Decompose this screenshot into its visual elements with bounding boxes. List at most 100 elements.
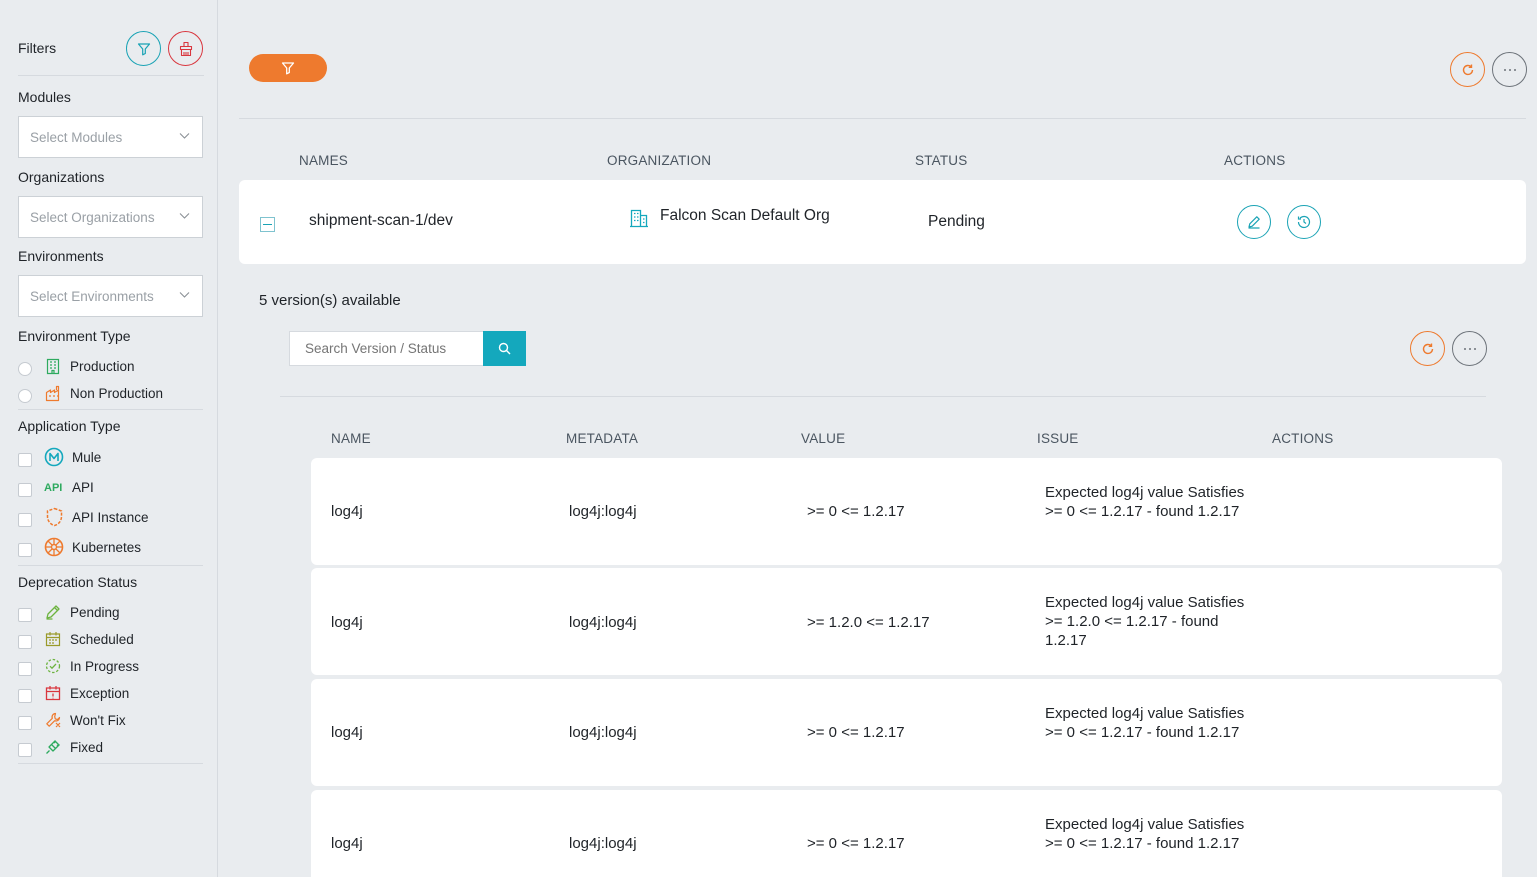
checkbox[interactable]: [18, 689, 32, 703]
versions-more-options-button[interactable]: [1452, 331, 1487, 366]
pencil-icon: [1248, 216, 1260, 229]
app-type-mule[interactable]: Mule: [18, 446, 101, 468]
filter-toggle-button[interactable]: [249, 54, 327, 82]
checkbox[interactable]: [18, 453, 32, 467]
version-value: >= 0 <= 1.2.17: [807, 503, 905, 520]
checkbox[interactable]: [18, 543, 32, 557]
application-status: Pending: [928, 213, 985, 230]
search-icon: [498, 342, 511, 355]
option-label: Fixed: [70, 739, 104, 755]
checkbox[interactable]: [18, 635, 32, 649]
version-metadata: log4j:log4j: [569, 614, 637, 631]
organizations-select-placeholder: Select Organizations: [30, 209, 155, 225]
calendar-alert-icon: [45, 686, 61, 701]
broom-icon: [179, 41, 192, 56]
version-search-input[interactable]: [289, 331, 484, 366]
apply-filter-button[interactable]: [126, 31, 161, 66]
modules-label: Modules: [18, 89, 71, 105]
search-button[interactable]: [483, 331, 526, 366]
organizations-select[interactable]: Select Organizations: [18, 196, 203, 238]
checkbox[interactable]: [18, 743, 32, 757]
option-label: In Progress: [70, 658, 140, 674]
building-icon: [46, 358, 60, 374]
version-issue: Expected log4j value Satisfies >= 0 <= 1…: [1045, 816, 1245, 852]
checkbox[interactable]: [18, 513, 32, 527]
version-row: log4j log4j:log4j >= 0 <= 1.2.17 Expecte…: [311, 458, 1502, 565]
pencil-icon: [46, 605, 60, 620]
column-header-names: NAMES: [299, 153, 349, 168]
radio[interactable]: [18, 362, 32, 376]
environments-label: Environments: [18, 248, 104, 264]
app-type-kubernetes[interactable]: Kubernetes: [18, 536, 141, 558]
column-header-actions: ACTIONS: [1224, 153, 1286, 168]
option-label: Exception: [70, 685, 130, 701]
filters-header: Filters: [18, 31, 204, 76]
env-type-non-production[interactable]: Non Production: [18, 382, 163, 404]
version-name: log4j: [331, 503, 363, 520]
column-header-value: VALUE: [801, 431, 846, 446]
collapse-toggle[interactable]: [260, 217, 275, 232]
versions-refresh-button[interactable]: [1410, 331, 1445, 366]
clear-filter-button[interactable]: [168, 31, 203, 66]
env-type-production[interactable]: Production: [18, 355, 135, 377]
more-options-button[interactable]: [1492, 52, 1527, 87]
calendar-icon: [45, 632, 61, 647]
option-label: API: [72, 479, 94, 495]
chevron-down-icon: [179, 292, 190, 298]
checkbox[interactable]: [18, 716, 32, 730]
more-icon: [1463, 347, 1476, 350]
version-row: log4j log4j:log4j >= 0 <= 1.2.17 Expecte…: [311, 679, 1502, 786]
filters-sidebar: Filters Modules Select Modules Organizat…: [0, 0, 218, 877]
divider: [239, 118, 1526, 119]
version-name: log4j: [331, 614, 363, 631]
application-type-label: Application Type: [18, 418, 121, 434]
checkbox[interactable]: [18, 483, 32, 497]
api-icon: API: [44, 482, 62, 493]
status-pending[interactable]: Pending: [18, 601, 120, 623]
wrench-cross-icon: [46, 712, 61, 728]
version-row: log4j log4j:log4j >= 0 <= 1.2.17 Expecte…: [311, 790, 1502, 877]
option-label: Kubernetes: [72, 539, 142, 555]
app-type-api-instance[interactable]: API Instance: [18, 506, 149, 528]
kubernetes-wheel-icon: [44, 537, 64, 557]
refresh-icon: [1422, 343, 1433, 354]
checkbox[interactable]: [18, 608, 32, 622]
column-header-actions: ACTIONS: [1272, 431, 1334, 446]
environments-select[interactable]: Select Environments: [18, 275, 203, 317]
option-label: Non Production: [70, 385, 164, 401]
version-issue: Expected log4j value Satisfies >= 0 <= 1…: [1045, 705, 1245, 741]
organization-name: Falcon Scan Default Org: [660, 207, 830, 224]
column-header-issue: ISSUE: [1037, 431, 1079, 446]
divider: [18, 409, 203, 410]
application-row: shipment-scan-1/dev Falcon Scan Default …: [239, 180, 1526, 264]
divider: [280, 396, 1486, 397]
shield-icon: [46, 507, 62, 527]
app-type-api[interactable]: API API: [18, 476, 94, 498]
history-icon: [1297, 215, 1311, 229]
refresh-button[interactable]: [1450, 52, 1485, 87]
status-fixed[interactable]: Fixed: [18, 736, 103, 758]
status-exception[interactable]: Exception: [18, 682, 129, 704]
option-label: Scheduled: [70, 631, 134, 647]
column-header-organization: ORGANIZATION: [607, 153, 712, 168]
versions-count: 5 version(s) available: [259, 292, 401, 309]
modules-select[interactable]: Select Modules: [18, 116, 203, 158]
edit-button[interactable]: [1237, 205, 1271, 239]
status-wont-fix[interactable]: Won't Fix: [18, 709, 126, 731]
history-button[interactable]: [1287, 205, 1321, 239]
option-label: Pending: [70, 604, 120, 620]
version-row: log4j log4j:log4j >= 1.2.0 <= 1.2.17 Exp…: [311, 568, 1502, 675]
checkbox[interactable]: [18, 662, 32, 676]
version-name: log4j: [331, 724, 363, 741]
version-value: >= 0 <= 1.2.17: [807, 724, 905, 741]
radio[interactable]: [18, 389, 32, 403]
funnel-icon: [137, 42, 150, 55]
svg-text:API: API: [44, 482, 62, 493]
version-issue: Expected log4j value Satisfies >= 0 <= 1…: [1045, 484, 1245, 520]
divider: [18, 763, 203, 764]
status-in-progress[interactable]: In Progress: [18, 655, 139, 677]
building-icon: [630, 209, 648, 228]
version-value: >= 1.2.0 <= 1.2.17: [807, 614, 930, 631]
status-scheduled[interactable]: Scheduled: [18, 628, 134, 650]
version-issue: Expected log4j value Satisfies >= 1.2.0 …: [1045, 594, 1245, 649]
